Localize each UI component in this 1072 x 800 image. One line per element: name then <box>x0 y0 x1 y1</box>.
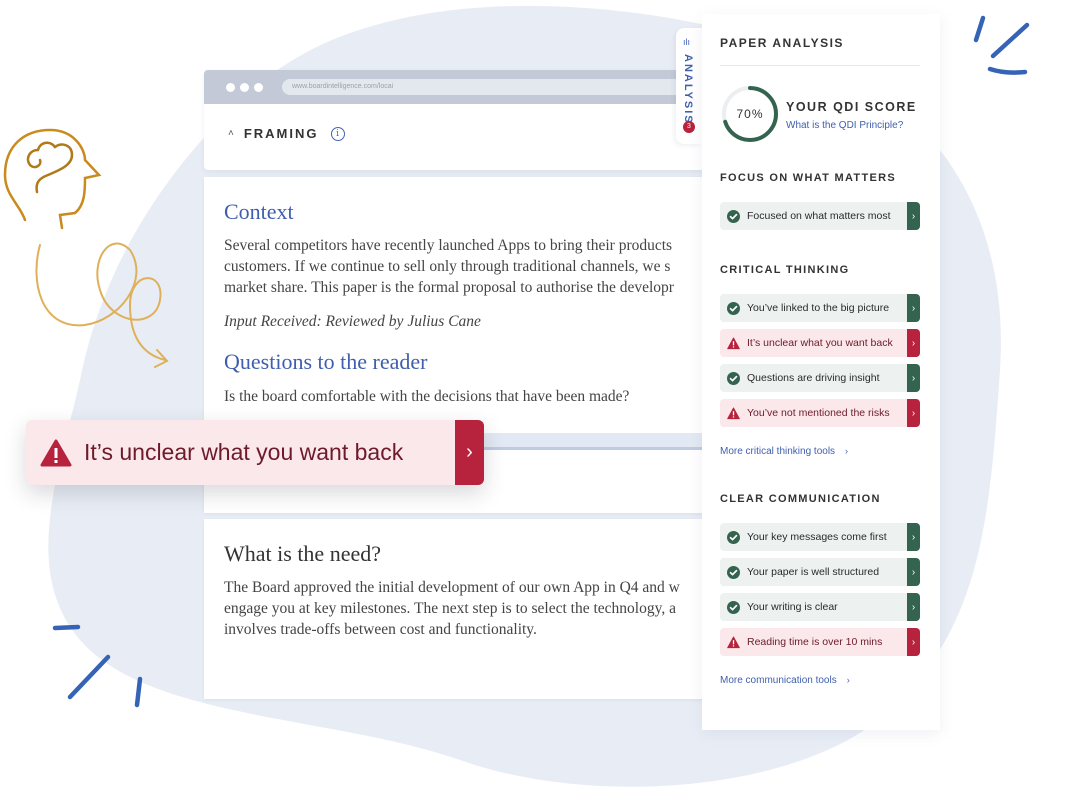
qdi-score-title: YOUR QDI SCORE <box>786 100 917 114</box>
analysis-tab-label: ANALYSIS <box>682 54 694 125</box>
sparkle-lines-top-right-icon <box>973 15 1030 75</box>
window-dot-icon[interactable] <box>254 82 263 92</box>
qdi-principle-link[interactable]: What is the QDI Principle? <box>786 120 903 131</box>
warning-icon <box>727 336 740 349</box>
paper-analysis-panel: PAPER ANALYSIS 70% YOUR QDI SCORE What i… <box>702 14 940 730</box>
check-circle-icon <box>727 565 740 579</box>
need-paragraph: The Board approved the initial developme… <box>224 577 704 640</box>
chevron-right-icon[interactable]: › <box>455 420 484 485</box>
warning-icon <box>40 439 72 466</box>
check-item[interactable]: Your paper is well structured › <box>720 558 920 586</box>
need-line: involves trade-offs between cost and fun… <box>224 621 537 638</box>
framing-section-header[interactable]: ˄ FRAMING i <box>204 104 704 141</box>
chevron-up-icon[interactable]: ˄ <box>228 128 234 139</box>
check-circle-icon <box>727 301 740 315</box>
chevron-right-icon[interactable]: › <box>907 558 920 586</box>
warning-item-label: You’ve not mentioned the risks <box>747 407 890 419</box>
check-item-label: Questions are driving insight <box>747 372 880 384</box>
more-link-label: More critical thinking tools <box>720 446 836 457</box>
check-item-label: Your writing is clear <box>747 601 838 613</box>
context-line: customers. If we continue to sell only t… <box>224 258 671 275</box>
section-title-clear-communication: CLEAR COMMUNICATION <box>720 493 881 505</box>
check-item[interactable]: Questions are driving insight › <box>720 364 920 392</box>
context-line: market share. This paper is the formal p… <box>224 279 674 296</box>
info-icon[interactable]: i <box>330 126 345 141</box>
analysis-tab[interactable]: ılı ANALYSIS 3 <box>676 28 702 144</box>
chevron-right-icon[interactable]: › <box>907 294 920 322</box>
squiggle-arrow-doodle-icon <box>35 242 169 368</box>
warning-icon <box>727 406 740 419</box>
context-paragraph: Several competitors have recently launch… <box>224 235 704 298</box>
check-item[interactable]: You’ve linked to the big picture › <box>720 294 920 322</box>
chevron-right-icon: › <box>846 675 850 685</box>
warning-item[interactable]: Reading time is over 10 mins › <box>720 628 920 656</box>
more-critical-thinking-link[interactable]: More critical thinking tools › <box>720 446 848 457</box>
check-circle-icon <box>727 209 740 223</box>
notification-badge: 3 <box>683 121 695 133</box>
check-item[interactable]: Focused on what matters most › <box>720 202 920 230</box>
alert-text: It’s unclear what you want back <box>84 439 404 465</box>
chevron-right-icon[interactable]: › <box>907 593 920 621</box>
document-card-need: What is the need? The Board approved the… <box>204 519 704 699</box>
check-circle-icon <box>727 530 740 544</box>
warning-item[interactable]: It’s unclear what you want back › <box>720 329 920 357</box>
address-bar[interactable]: www.boardintelligence.com/locai <box>282 79 704 95</box>
chevron-right-icon[interactable]: › <box>907 364 920 392</box>
chevron-right-icon[interactable]: › <box>907 202 920 230</box>
check-item-label: Your key messages come first <box>747 531 887 543</box>
unclear-ask-alert[interactable]: It’s unclear what you want back › <box>26 420 484 485</box>
chevron-right-icon[interactable]: › <box>907 523 920 551</box>
warning-item-label: Reading time is over 10 mins <box>747 636 883 648</box>
divider <box>720 65 920 66</box>
warning-icon <box>727 635 740 648</box>
chevron-right-icon[interactable]: › <box>907 399 920 427</box>
check-item[interactable]: Your writing is clear › <box>720 593 920 621</box>
window-dot-icon[interactable] <box>226 82 235 92</box>
check-item-label: Focused on what matters most <box>747 210 891 222</box>
check-item-label: You’ve linked to the big picture <box>747 302 890 314</box>
more-link-label: More communication tools <box>720 675 837 686</box>
chevron-right-icon[interactable]: › <box>907 628 920 656</box>
need-line: The Board approved the initial developme… <box>224 579 680 596</box>
check-circle-icon <box>727 600 740 614</box>
browser-chrome: www.boardintelligence.com/locai <box>204 70 704 104</box>
questions-heading: Questions to the reader <box>224 349 428 374</box>
context-heading: Context <box>224 199 294 224</box>
input-received-note: Input Received: Reviewed by Julius Cane <box>224 313 481 330</box>
context-line: Several competitors have recently launch… <box>224 237 673 254</box>
check-item-label: Your paper is well structured <box>747 566 880 578</box>
panel-title: PAPER ANALYSIS <box>720 36 844 50</box>
section-title-focus: FOCUS ON WHAT MATTERS <box>720 172 896 184</box>
need-line: engage you at key milestones. The next s… <box>224 600 676 617</box>
more-communication-link[interactable]: More communication tools › <box>720 675 850 686</box>
qdi-score-value: 70% <box>736 107 764 121</box>
bar-chart-icon: ılı <box>683 37 691 47</box>
check-item[interactable]: Your key messages come first › <box>720 523 920 551</box>
chevron-right-icon: › <box>845 446 849 456</box>
need-heading: What is the need? <box>224 541 381 566</box>
framing-label: FRAMING <box>243 126 319 141</box>
check-circle-icon <box>727 371 740 385</box>
warning-item-label: It’s unclear what you want back <box>747 337 893 349</box>
head-brain-doodle-icon <box>3 128 102 230</box>
sparkle-lines-bottom-left-icon <box>52 624 143 708</box>
chevron-right-icon[interactable]: › <box>907 329 920 357</box>
window-dot-icon[interactable] <box>240 82 249 92</box>
section-title-critical-thinking: CRITICAL THINKING <box>720 264 850 276</box>
browser-window: www.boardintelligence.com/locai ˄ FRAMIN… <box>204 70 704 170</box>
warning-item[interactable]: You’ve not mentioned the risks › <box>720 399 920 427</box>
question-text: Is the board comfortable with the decisi… <box>224 388 630 405</box>
